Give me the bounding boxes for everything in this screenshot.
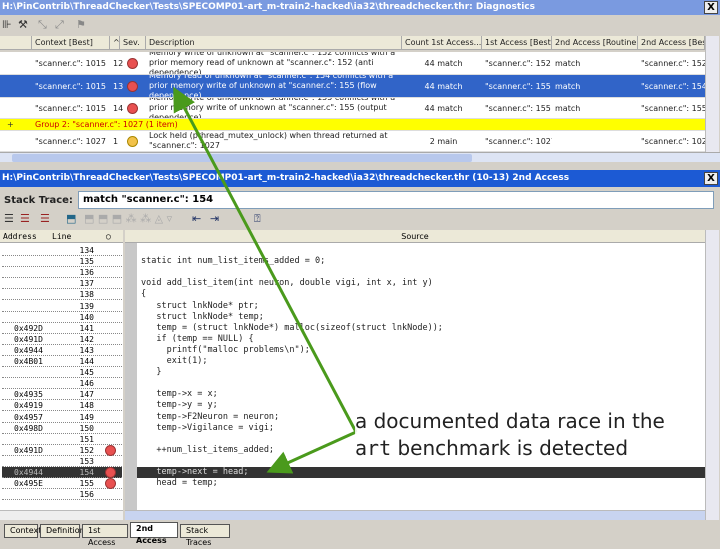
arrow-to-source-line [266, 430, 357, 474]
annotation-mono: art [355, 436, 392, 460]
annotation-text: a documented data race in the art benchm… [355, 408, 665, 462]
annotation-line2: benchmark is detected [391, 436, 629, 460]
annotation-line1: a documented data race in the [355, 409, 665, 433]
arrow-to-diagnostic [173, 86, 358, 433]
